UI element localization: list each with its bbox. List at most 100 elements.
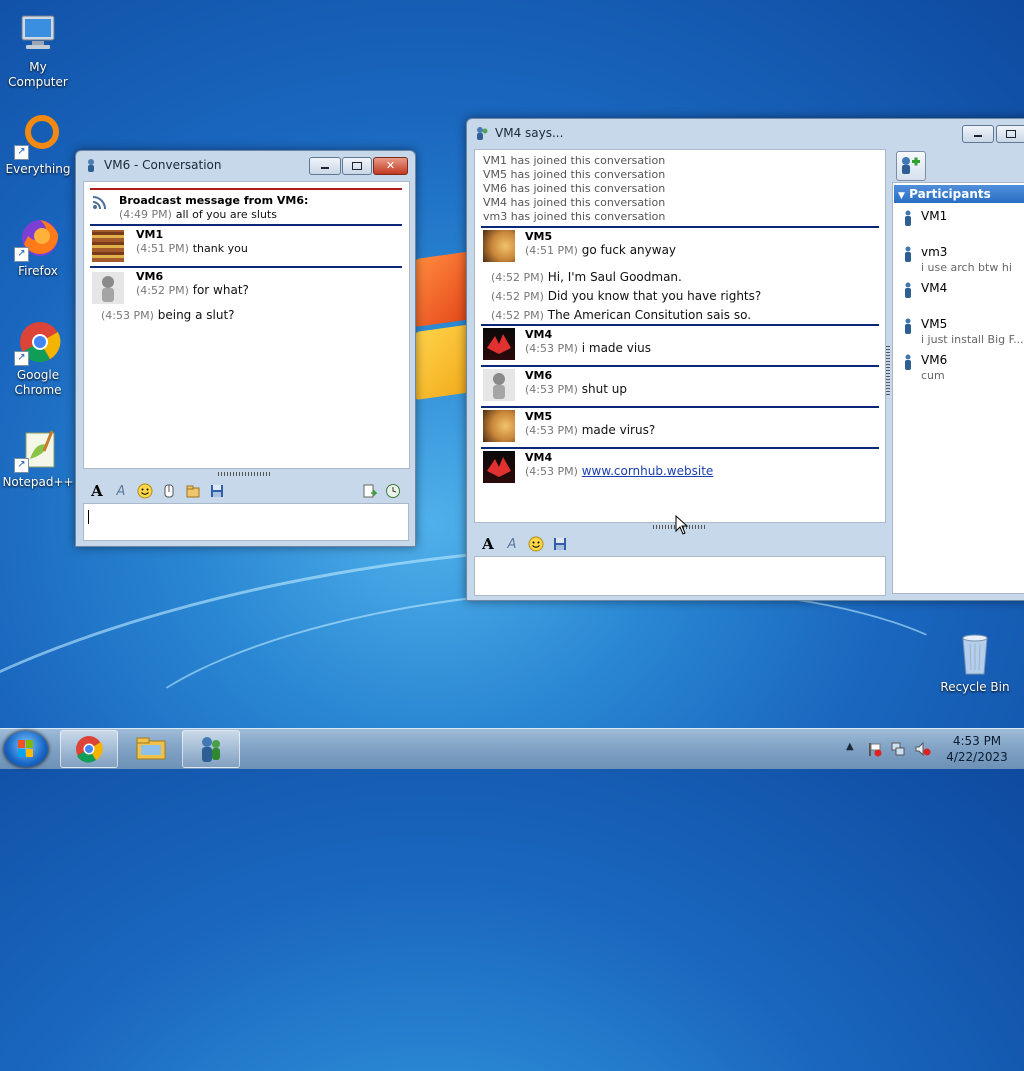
- font-color-icon[interactable]: A: [112, 482, 130, 500]
- everything-icon: ↗: [14, 112, 62, 160]
- message-vm1: VM1 (4:51 PM) thank you: [90, 224, 402, 266]
- participants-panel: ▼ Participants VM1 vm3 i use arch btw hi…: [892, 182, 1024, 594]
- participant-name: VM4: [921, 281, 948, 295]
- font-color-icon[interactable]: A: [503, 535, 521, 553]
- maximize-button[interactable]: [342, 157, 372, 175]
- nudge-icon[interactable]: [160, 482, 178, 500]
- shortcut-arrow-icon: ↗: [14, 351, 29, 366]
- firefox-icon: ↗: [14, 214, 62, 262]
- send-file-right-icon[interactable]: [360, 482, 378, 500]
- window-titlebar[interactable]: VM4 says...: [467, 119, 1024, 147]
- emoticon-icon[interactable]: [136, 482, 154, 500]
- message-time: (4:52 PM): [491, 309, 544, 322]
- font-icon[interactable]: A: [479, 535, 497, 553]
- font-icon[interactable]: A: [88, 482, 106, 500]
- avatar: [483, 369, 515, 401]
- show-hidden-icons-icon[interactable]: ▲: [846, 741, 854, 752]
- participant-name: VM6: [921, 353, 948, 367]
- system-line: VM1 has joined this conversation: [483, 154, 666, 167]
- history-clock-icon[interactable]: [384, 482, 402, 500]
- add-participant-button[interactable]: [896, 151, 926, 181]
- message-text: go fuck anyway: [581, 243, 677, 257]
- participant-item[interactable]: VM1: [899, 209, 1024, 241]
- splitter-grip[interactable]: [218, 472, 272, 476]
- participant-item[interactable]: VM6 cum: [899, 353, 1024, 385]
- desktop-icon-everything[interactable]: ↗ Everything: [0, 112, 76, 177]
- system-line: VM6 has joined this conversation: [483, 182, 666, 195]
- clock-time: 4:53 PM: [952, 734, 1002, 748]
- maximize-button[interactable]: [996, 125, 1024, 143]
- system-clock[interactable]: 4:53 PM 4/22/2023: [940, 733, 1014, 765]
- message-time: (4:51 PM): [136, 242, 189, 255]
- text-cursor: [88, 510, 89, 524]
- message-time: (4:53 PM): [525, 424, 578, 437]
- sender-name: VM1: [136, 228, 164, 241]
- taskbar-messenger[interactable]: [182, 730, 240, 768]
- desktop-icon-my-computer[interactable]: My Computer: [0, 10, 76, 90]
- participants-title: Participants: [909, 187, 991, 201]
- save-icon[interactable]: [208, 482, 226, 500]
- message-time: (4:52 PM): [491, 271, 544, 284]
- minimize-button[interactable]: [962, 125, 994, 143]
- user-icon: [905, 282, 911, 298]
- desktop-icon-label: Google Chrome: [14, 368, 62, 397]
- volume-muted-icon[interactable]: [914, 741, 932, 760]
- message-link[interactable]: www.cornhub.website: [582, 464, 714, 478]
- desktop-icon-notepad-plus-plus[interactable]: ↗ Notepad++: [0, 425, 76, 490]
- desktop-icon-label: Everything: [5, 162, 71, 176]
- sender-name: VM5: [525, 410, 553, 423]
- message-text: shut up: [581, 382, 627, 396]
- network-icon[interactable]: [890, 741, 906, 760]
- message-text: The American Consitution sais so.: [547, 308, 752, 322]
- sender-name: VM6: [525, 369, 553, 382]
- desktop-icon-google-chrome[interactable]: ↗ Google Chrome: [0, 318, 76, 398]
- user-icon: [905, 354, 911, 370]
- participant-item[interactable]: VM4: [899, 281, 1024, 313]
- participant-status: i use arch btw hi: [921, 261, 1012, 274]
- vertical-splitter-grip[interactable]: [886, 345, 890, 395]
- message-text: for what?: [192, 283, 249, 297]
- avatar: [483, 451, 515, 483]
- action-center-flag-icon[interactable]: [866, 741, 882, 760]
- window-titlebar[interactable]: VM6 - Conversation ✕: [76, 151, 415, 179]
- message-vm6: VM6 (4:53 PM) shut up: [481, 365, 879, 405]
- maximize-icon: [1006, 130, 1016, 138]
- message-time: (4:53 PM): [525, 383, 578, 396]
- desktop-icon-label: My Computer: [8, 60, 68, 89]
- emoticon-icon[interactable]: [527, 535, 545, 553]
- participant-status: cum: [921, 369, 945, 382]
- messenger-icon: [84, 158, 98, 172]
- start-button[interactable]: [4, 731, 48, 767]
- format-toolbar: A A: [88, 480, 408, 502]
- participant-item[interactable]: vm3 i use arch btw hi: [899, 245, 1024, 277]
- participant-name: VM5: [921, 317, 948, 331]
- window-title: VM6 - Conversation: [104, 158, 222, 172]
- message-time: (4:49 PM): [119, 208, 172, 221]
- close-icon: ✕: [385, 159, 396, 172]
- participant-item[interactable]: VM5 i just install Big F...: [899, 317, 1024, 349]
- desktop-icon-recycle-bin[interactable]: Recycle Bin: [937, 630, 1013, 695]
- send-file-icon[interactable]: [184, 482, 202, 500]
- participants-header[interactable]: ▼ Participants: [894, 185, 1024, 203]
- shortcut-arrow-icon: ↗: [14, 458, 29, 473]
- taskbar-chrome[interactable]: [60, 730, 118, 768]
- message-input[interactable]: [474, 556, 886, 596]
- message-history[interactable]: VM1 has joined this conversation VM5 has…: [474, 149, 886, 523]
- message-input[interactable]: [83, 503, 409, 541]
- conversation-window-vm4[interactable]: VM4 says... VM1 has joined this conversa…: [466, 118, 1024, 601]
- message-time: (4:52 PM): [136, 284, 189, 297]
- conversation-window-vm6[interactable]: VM6 - Conversation ✕ Broadcast message f…: [75, 150, 416, 547]
- desktop-icon-firefox[interactable]: ↗ Firefox: [0, 214, 76, 279]
- save-icon[interactable]: [551, 535, 569, 553]
- collapse-triangle-icon: ▼: [898, 191, 905, 201]
- close-button[interactable]: ✕: [373, 157, 408, 175]
- message-text: all of you are sluts: [175, 208, 277, 221]
- participant-name: vm3: [921, 245, 948, 259]
- avatar: [483, 328, 515, 360]
- minimize-button[interactable]: [309, 157, 341, 175]
- taskbar-explorer[interactable]: [122, 730, 180, 768]
- minimize-icon: [974, 134, 982, 137]
- avatar: [483, 230, 515, 262]
- message-history[interactable]: Broadcast message from VM6: (4:49 PM) al…: [83, 181, 410, 469]
- message-text: Did you know that you have rights?: [547, 289, 762, 303]
